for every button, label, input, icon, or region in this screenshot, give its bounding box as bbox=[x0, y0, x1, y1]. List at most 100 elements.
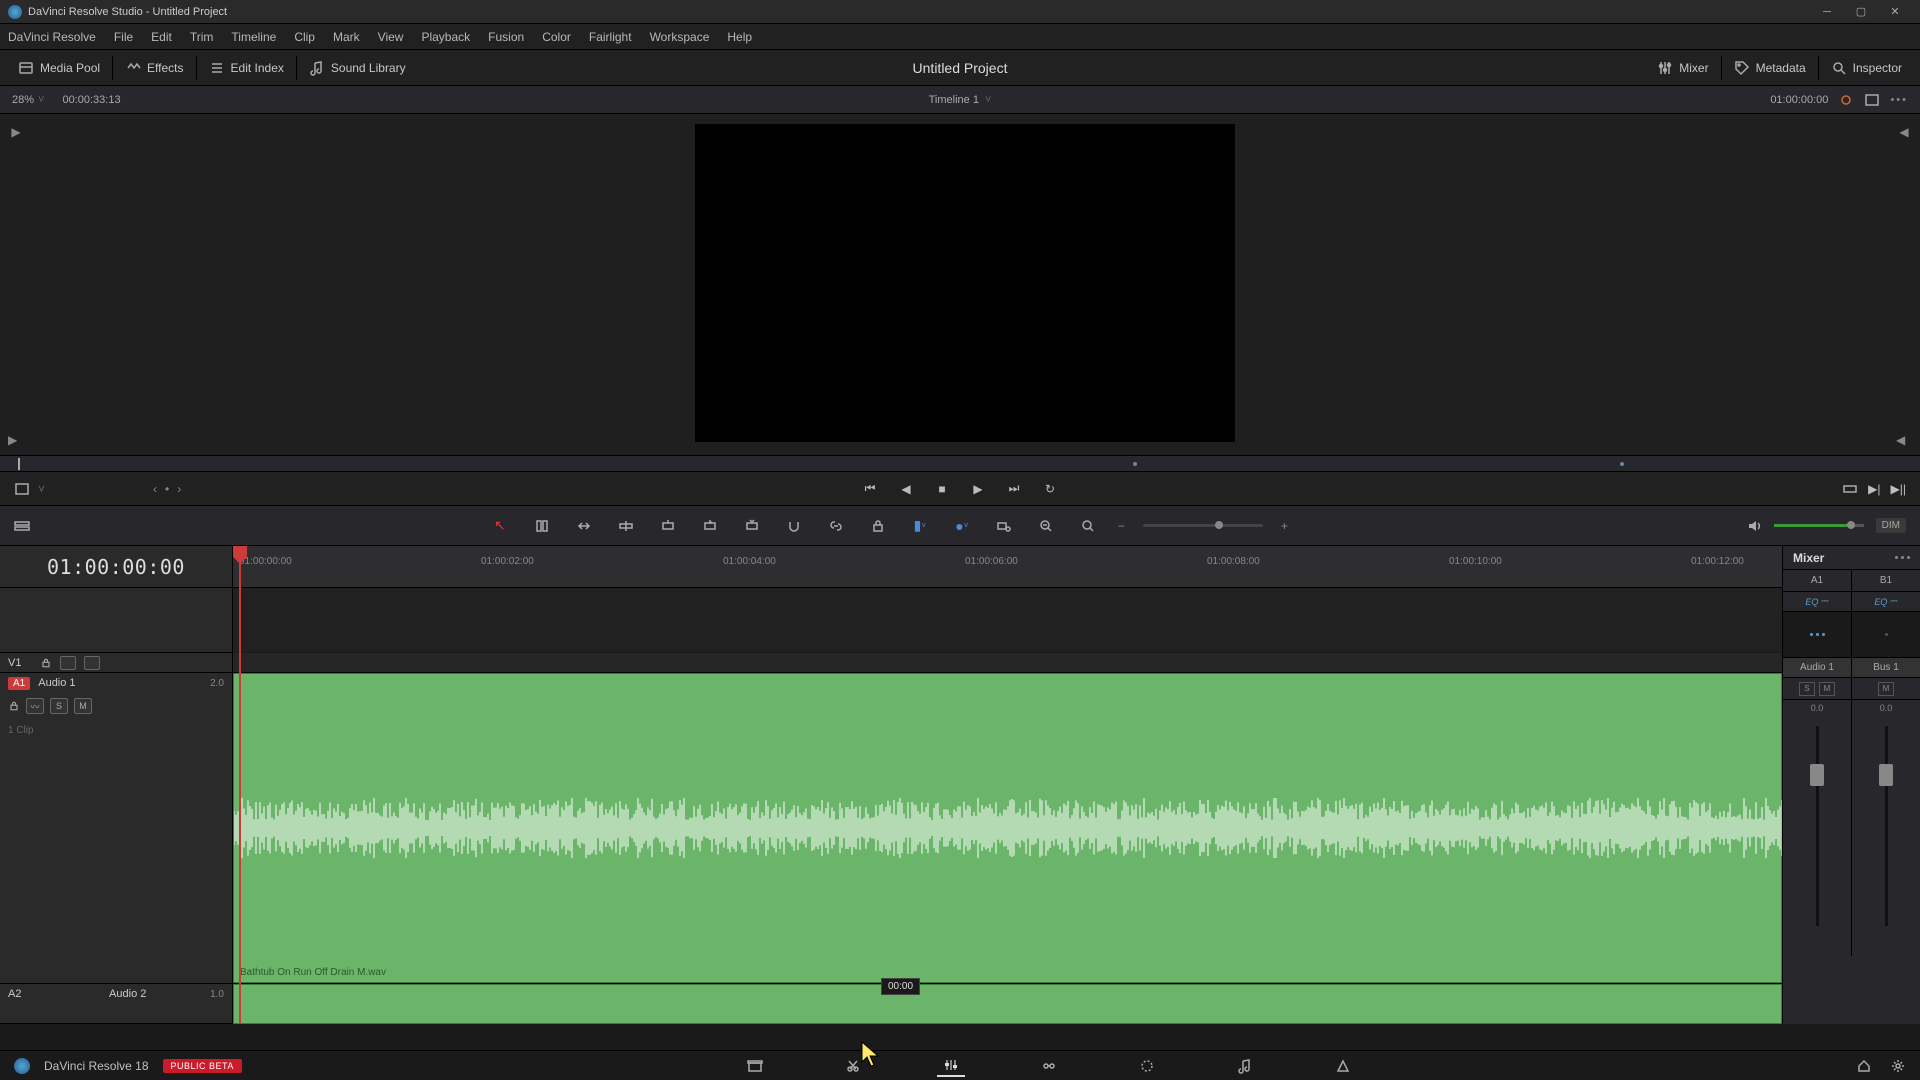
detail-zoom-button[interactable] bbox=[1034, 514, 1058, 538]
timeline-ruler[interactable]: 01:00:00:00 01:00:02:00 01:00:04:00 01:0… bbox=[233, 546, 1782, 588]
db-value[interactable]: 0.0 bbox=[1783, 700, 1851, 716]
snap-button[interactable] bbox=[782, 514, 806, 538]
viewer-zoom[interactable]: 28% bbox=[12, 94, 34, 106]
overwrite-clip-button[interactable] bbox=[698, 514, 722, 538]
loop-button[interactable]: ↻ bbox=[1039, 478, 1061, 500]
go-out-button[interactable]: ▶| bbox=[1868, 482, 1880, 496]
safe-area-icon[interactable] bbox=[14, 481, 30, 497]
sound-library-button[interactable]: Sound Library bbox=[301, 56, 414, 80]
mute-button[interactable]: M bbox=[1878, 682, 1894, 696]
menu-item[interactable]: Playback bbox=[421, 30, 470, 44]
go-end-button[interactable]: ▶|| bbox=[1891, 482, 1906, 496]
first-frame-button[interactable]: ⏮ bbox=[859, 478, 881, 500]
full-extent-icon[interactable] bbox=[1842, 481, 1858, 497]
edit-index-button[interactable]: Edit Index bbox=[201, 56, 292, 80]
color-page-button[interactable] bbox=[1133, 1055, 1161, 1077]
track-header-a1[interactable]: A1 Audio 1 2.0 〰 S M 1 Clip bbox=[0, 673, 232, 984]
trim-tool[interactable] bbox=[530, 514, 554, 538]
fader[interactable] bbox=[1783, 716, 1851, 956]
metadata-button[interactable]: Metadata bbox=[1726, 56, 1814, 80]
eq-button[interactable]: EQ⎓ bbox=[1783, 592, 1851, 612]
menu-item[interactable]: Help bbox=[727, 30, 752, 44]
custom-zoom-button[interactable] bbox=[1076, 514, 1100, 538]
a2-lane[interactable] bbox=[233, 984, 1782, 1024]
zoom-slider[interactable] bbox=[1143, 524, 1263, 527]
menu-item[interactable]: Edit bbox=[151, 30, 172, 44]
solo-button[interactable]: S bbox=[50, 698, 68, 714]
lock-icon[interactable] bbox=[8, 700, 20, 712]
audio-clip[interactable]: placeholder Bathtub On Run Off Drain M.w… bbox=[233, 673, 1782, 983]
chevron-down-icon[interactable]: ˅ bbox=[985, 94, 991, 106]
next-clip-icon[interactable]: ◀ bbox=[1896, 433, 1912, 449]
mute-button[interactable]: M bbox=[74, 698, 92, 714]
thumb-toggle[interactable] bbox=[60, 656, 76, 670]
lock-button[interactable] bbox=[866, 514, 890, 538]
menu-item[interactable]: Fairlight bbox=[589, 30, 632, 44]
prev-clip-icon[interactable]: ▶ bbox=[8, 433, 24, 449]
bypass-icon[interactable] bbox=[1838, 92, 1854, 108]
menu-item[interactable]: Workspace bbox=[650, 30, 710, 44]
fusion-page-button[interactable] bbox=[1035, 1055, 1063, 1077]
viewer-scrub[interactable] bbox=[0, 456, 1920, 472]
fairlight-page-button[interactable] bbox=[1231, 1055, 1259, 1077]
nav-prev-icon[interactable]: ‹ bbox=[153, 482, 157, 496]
timeline-view-icon[interactable] bbox=[14, 518, 30, 534]
last-frame-button[interactable]: ⏭ bbox=[1003, 478, 1025, 500]
blade-tool[interactable] bbox=[614, 514, 638, 538]
prev-frame-button[interactable]: ◀ bbox=[895, 478, 917, 500]
menu-item[interactable]: Timeline bbox=[231, 30, 276, 44]
mixer-button[interactable]: Mixer bbox=[1649, 56, 1716, 80]
menu-item[interactable]: File bbox=[114, 30, 133, 44]
menu-item[interactable]: View bbox=[378, 30, 404, 44]
media-pool-button[interactable]: Media Pool bbox=[10, 56, 108, 80]
timecode-box[interactable]: 01:00:00:00 bbox=[0, 546, 232, 588]
eq-curve[interactable] bbox=[1783, 612, 1851, 658]
mute-button[interactable]: M bbox=[1819, 682, 1835, 696]
eq-button[interactable]: EQ⎓ bbox=[1852, 592, 1920, 612]
nav-next-icon[interactable]: › bbox=[177, 482, 181, 496]
range-zoom-button[interactable] bbox=[992, 514, 1016, 538]
next-edit-icon[interactable]: ◀ bbox=[1896, 124, 1912, 140]
nav-dot-icon[interactable]: • bbox=[165, 482, 169, 496]
thumb-toggle[interactable] bbox=[84, 656, 100, 670]
replace-clip-button[interactable] bbox=[740, 514, 764, 538]
inspector-button[interactable]: Inspector bbox=[1823, 56, 1910, 80]
flag-button[interactable]: ▮˅ bbox=[908, 514, 932, 538]
menu-item[interactable]: DaVinci Resolve bbox=[8, 30, 96, 44]
marker-button[interactable]: ●˅ bbox=[950, 514, 974, 538]
menu-item[interactable]: Mark bbox=[333, 30, 360, 44]
menu-item[interactable]: Clip bbox=[294, 30, 315, 44]
dim-button[interactable]: DIM bbox=[1876, 518, 1906, 533]
selection-tool[interactable]: ↖ bbox=[488, 514, 512, 538]
v1-lane[interactable] bbox=[233, 653, 1782, 673]
maximize-button[interactable]: ▢ bbox=[1844, 2, 1878, 22]
volume-slider[interactable] bbox=[1774, 524, 1864, 527]
insert-clip-button[interactable] bbox=[656, 514, 680, 538]
deliver-page-button[interactable] bbox=[1329, 1055, 1357, 1077]
db-value[interactable]: 0.0 bbox=[1852, 700, 1920, 716]
settings-icon[interactable] bbox=[1890, 1058, 1906, 1074]
options-icon[interactable]: ••• bbox=[1890, 94, 1908, 106]
zoom-in-icon[interactable]: + bbox=[1281, 519, 1288, 533]
chevron-down-icon[interactable]: ˅ bbox=[38, 482, 45, 496]
track-header-a2[interactable]: A2 Audio 2 1.0 bbox=[0, 984, 232, 1024]
track-badge[interactable]: A1 bbox=[8, 677, 30, 690]
single-viewer-icon[interactable] bbox=[1864, 92, 1880, 108]
minimize-button[interactable]: ─ bbox=[1810, 2, 1844, 22]
waveform-toggle[interactable]: 〰 bbox=[26, 698, 44, 714]
a1-lane[interactable]: placeholder Bathtub On Run Off Drain M.w… bbox=[233, 673, 1782, 984]
media-page-button[interactable] bbox=[741, 1055, 769, 1077]
home-icon[interactable] bbox=[1856, 1058, 1872, 1074]
edit-page-button[interactable] bbox=[937, 1055, 965, 1077]
record-timecode[interactable]: 01:00:00:00 bbox=[1770, 94, 1828, 106]
menu-item[interactable]: Trim bbox=[190, 30, 214, 44]
link-button[interactable] bbox=[824, 514, 848, 538]
dynamic-trim-tool[interactable] bbox=[572, 514, 596, 538]
lock-icon[interactable] bbox=[40, 657, 52, 669]
match-frame-icon[interactable]: ▶ bbox=[8, 124, 24, 140]
timeline-lanes[interactable]: 01:00:00:00 01:00:02:00 01:00:04:00 01:0… bbox=[233, 546, 1782, 1024]
fader[interactable] bbox=[1852, 716, 1920, 956]
menu-item[interactable]: Fusion bbox=[488, 30, 524, 44]
solo-button[interactable]: S bbox=[1799, 682, 1815, 696]
volume-icon[interactable] bbox=[1746, 518, 1762, 534]
